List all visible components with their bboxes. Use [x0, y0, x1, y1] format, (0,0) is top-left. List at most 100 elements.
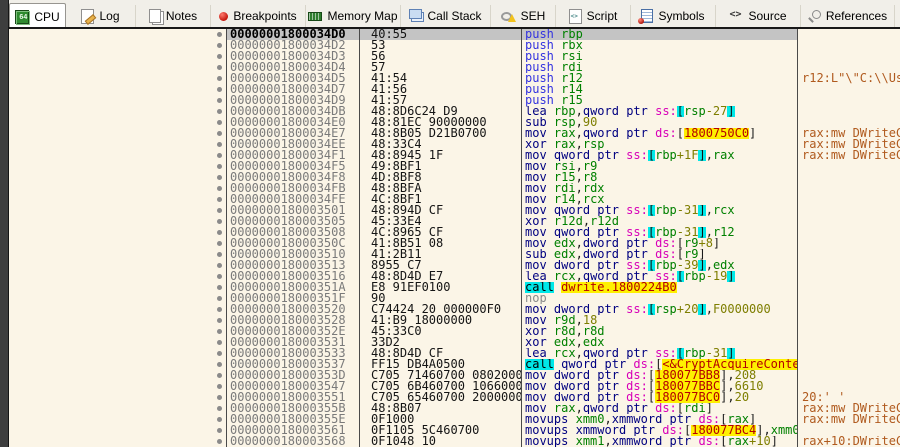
- disasm-row[interactable]: 00000001800034D0 40:55 push rbp: [9, 29, 900, 40]
- breakpoint-dot-icon[interactable]: [217, 351, 222, 356]
- bytes-cell[interactable]: 41:B9 18000000: [360, 315, 522, 326]
- gutter-cell[interactable]: [9, 304, 227, 315]
- disasm-cell[interactable]: mov rax,qword ptr ds:[rdi]: [522, 403, 798, 414]
- address-cell[interactable]: 000000018000353D: [227, 370, 360, 381]
- disasm-row[interactable]: 0000000180003531 33D2 xor edx,edx: [9, 337, 900, 348]
- disasm-row[interactable]: 000000018000351A E8 91EF0100 call dwrite.1…: [9, 282, 900, 293]
- tab-source[interactable]: Source: [716, 5, 801, 27]
- gutter-cell[interactable]: [9, 172, 227, 183]
- breakpoint-dot-icon[interactable]: [217, 285, 222, 290]
- breakpoint-dot-icon[interactable]: [217, 219, 222, 224]
- gutter-cell[interactable]: [9, 260, 227, 271]
- bytes-cell[interactable]: 48:8B05 D21B0700: [360, 128, 522, 139]
- tab-breakpoints[interactable]: Breakpoints: [211, 5, 306, 27]
- gutter-cell[interactable]: [9, 326, 227, 337]
- disasm-row[interactable]: 0000000180003537 FF15 DB4A0500 call qword …: [9, 359, 900, 370]
- bytes-cell[interactable]: 41:54: [360, 73, 522, 84]
- disasm-row[interactable]: 00000001800034F5 49:8BF1 mov rsi,r9: [9, 161, 900, 172]
- address-cell[interactable]: 00000001800034D4: [227, 62, 360, 73]
- address-cell[interactable]: 0000000180003533: [227, 348, 360, 359]
- address-cell[interactable]: 000000018000355B: [227, 403, 360, 414]
- breakpoint-dot-icon[interactable]: [217, 318, 222, 323]
- bytes-cell[interactable]: 56: [360, 51, 522, 62]
- bytes-cell[interactable]: 48:8B07: [360, 403, 522, 414]
- bytes-cell[interactable]: 41:8B51 08: [360, 238, 522, 249]
- gutter-cell[interactable]: [9, 150, 227, 161]
- disasm-row[interactable]: 00000001800034D7 41:56 push r14: [9, 84, 900, 95]
- disasm-cell[interactable]: movups xmmword ptr ds:[180077BC4],xmm0: [522, 425, 798, 436]
- disasm-cell[interactable]: push r12: [522, 73, 798, 84]
- bytes-cell[interactable]: 45:33E4: [360, 216, 522, 227]
- bytes-cell[interactable]: 48:894D CF: [360, 205, 522, 216]
- breakpoint-dot-icon[interactable]: [217, 197, 222, 202]
- disasm-row[interactable]: 000000018000350C 41:8B51 08 mov edx,dword …: [9, 238, 900, 249]
- gutter-cell[interactable]: [9, 436, 227, 447]
- bytes-cell[interactable]: 48:8BFA: [360, 183, 522, 194]
- bytes-cell[interactable]: C705 65460700 20000000: [360, 392, 522, 403]
- breakpoint-dot-icon[interactable]: [217, 395, 222, 400]
- gutter-cell[interactable]: [9, 51, 227, 62]
- bytes-cell[interactable]: C74424 20 000000F0: [360, 304, 522, 315]
- address-cell[interactable]: 0000000180003520: [227, 304, 360, 315]
- disasm-cell[interactable]: mov r14,rcx: [522, 194, 798, 205]
- gutter-cell[interactable]: [9, 425, 227, 436]
- disasm-cell[interactable]: push rsi: [522, 51, 798, 62]
- bytes-cell[interactable]: 0F1105 5C460700: [360, 425, 522, 436]
- address-cell[interactable]: 0000000180003516: [227, 271, 360, 282]
- breakpoint-dot-icon[interactable]: [217, 109, 222, 114]
- gutter-cell[interactable]: [9, 117, 227, 128]
- breakpoint-dot-icon[interactable]: [217, 186, 222, 191]
- tab-script[interactable]: Script: [556, 5, 631, 27]
- disasm-row[interactable]: 0000000180003505 45:33E4 xor r12d,r12d: [9, 216, 900, 227]
- disasm-cell[interactable]: lea rcx,qword ptr ss:[rbp-19]: [522, 271, 798, 282]
- tab-references[interactable]: References: [801, 5, 895, 27]
- address-cell[interactable]: 000000018000352E: [227, 326, 360, 337]
- address-cell[interactable]: 000000018000351F: [227, 293, 360, 304]
- breakpoint-dot-icon[interactable]: [217, 296, 222, 301]
- address-cell[interactable]: 0000000180003510: [227, 249, 360, 260]
- bytes-cell[interactable]: 48:81EC 90000000: [360, 117, 522, 128]
- disasm-cell[interactable]: push r14: [522, 84, 798, 95]
- address-cell[interactable]: 00000001800034F5: [227, 161, 360, 172]
- disasm-row[interactable]: 00000001800034D5 41:54 push r12 r12:L"\"C:\…: [9, 73, 900, 84]
- bytes-cell[interactable]: E8 91EF0100: [360, 282, 522, 293]
- bytes-cell[interactable]: 4D:8BF8: [360, 172, 522, 183]
- breakpoint-dot-icon[interactable]: [217, 120, 222, 125]
- tab-log[interactable]: Log: [66, 5, 136, 27]
- breakpoint-dot-icon[interactable]: [217, 175, 222, 180]
- breakpoint-dot-icon[interactable]: [217, 428, 222, 433]
- disasm-row[interactable]: 0000000180003516 48:8D4D E7 lea rcx,qword …: [9, 271, 900, 282]
- disasm-cell[interactable]: mov dword ptr ss:[rbp-39],edx: [522, 260, 798, 271]
- address-cell[interactable]: 00000001800034F8: [227, 172, 360, 183]
- disasm-row[interactable]: 0000000180003520 C74424 20 000000F0 mov dw…: [9, 304, 900, 315]
- disasm-row[interactable]: 00000001800034D4 57 push rdi: [9, 62, 900, 73]
- disasm-cell[interactable]: mov r9d,18: [522, 315, 798, 326]
- bytes-cell[interactable]: C705 6B460700 10660000: [360, 381, 522, 392]
- bytes-cell[interactable]: 45:33C0: [360, 326, 522, 337]
- disasm-row[interactable]: 00000001800034E0 48:81EC 90000000 sub rsp,…: [9, 117, 900, 128]
- breakpoint-dot-icon[interactable]: [217, 65, 222, 70]
- disasm-row[interactable]: 0000000180003501 48:894D CF mov qword ptr …: [9, 205, 900, 216]
- disasm-cell[interactable]: mov qword ptr ss:[rbp+1F],rax: [522, 150, 798, 161]
- address-cell[interactable]: 00000001800034EE: [227, 139, 360, 150]
- gutter-cell[interactable]: [9, 238, 227, 249]
- disasm-row[interactable]: 00000001800034F8 4D:8BF8 mov r15,r8: [9, 172, 900, 183]
- disasm-cell[interactable]: sub rsp,90: [522, 117, 798, 128]
- tab-memory-map[interactable]: Memory Map: [306, 5, 401, 27]
- address-cell[interactable]: 00000001800034F1: [227, 150, 360, 161]
- address-cell[interactable]: 0000000180003528: [227, 315, 360, 326]
- bytes-cell[interactable]: 90: [360, 293, 522, 304]
- breakpoint-dot-icon[interactable]: [217, 263, 222, 268]
- gutter-cell[interactable]: [9, 337, 227, 348]
- address-cell[interactable]: 00000001800034D5: [227, 73, 360, 84]
- disasm-cell[interactable]: push rbx: [522, 40, 798, 51]
- bytes-cell[interactable]: 40:55: [360, 29, 522, 40]
- gutter-cell[interactable]: [9, 73, 227, 84]
- bytes-cell[interactable]: 4C:8BF1: [360, 194, 522, 205]
- gutter-cell[interactable]: [9, 227, 227, 238]
- address-cell[interactable]: 00000001800034FE: [227, 194, 360, 205]
- disasm-row[interactable]: 0000000180003561 0F1105 5C460700 movups xm…: [9, 425, 900, 436]
- gutter-cell[interactable]: [9, 194, 227, 205]
- bytes-cell[interactable]: 48:8D4D CF: [360, 348, 522, 359]
- bytes-cell[interactable]: 41:2B11: [360, 249, 522, 260]
